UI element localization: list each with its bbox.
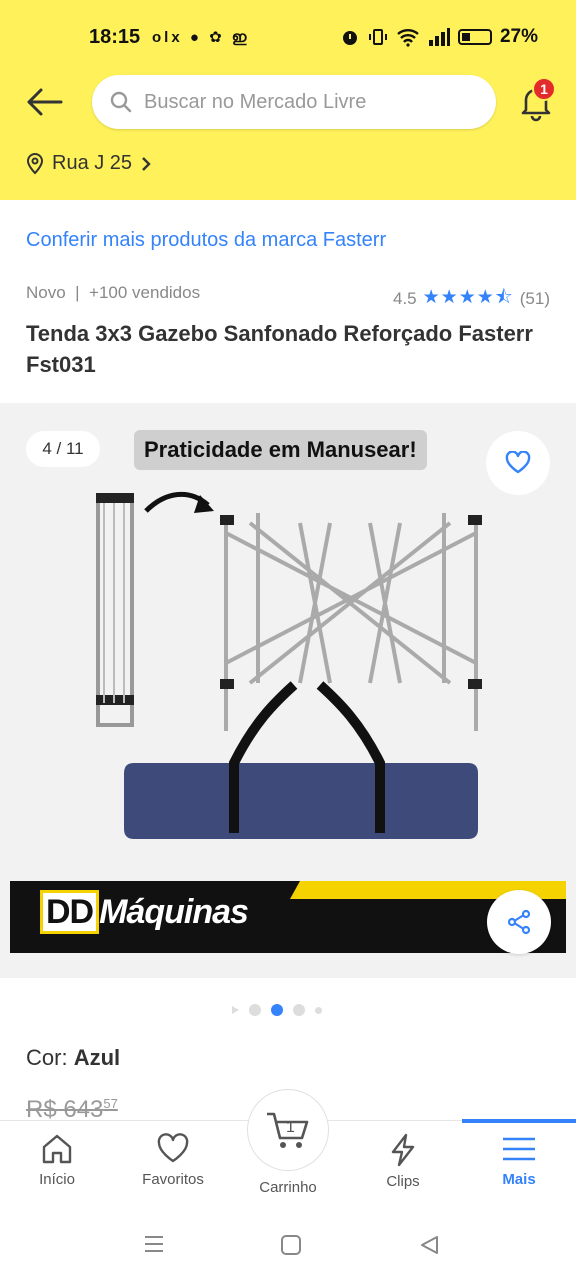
location-pin-icon bbox=[26, 152, 44, 174]
pagination-dot[interactable] bbox=[315, 1006, 322, 1014]
nav-item-carrinho[interactable]: 1 bbox=[247, 1089, 329, 1171]
address-text: Rua J 25 bbox=[52, 152, 133, 174]
image-brand-logo: DD Máquinas bbox=[40, 890, 249, 934]
vibrate-icon bbox=[368, 29, 387, 45]
rating-count: (51) bbox=[519, 289, 550, 308]
image-brand-dd: DD bbox=[40, 890, 100, 934]
active-tab-indicator bbox=[462, 1119, 576, 1123]
cart-count: 1 bbox=[286, 1119, 295, 1136]
old-price-cents: 57 bbox=[103, 1096, 118, 1111]
old-price-amount: R$ 643 bbox=[26, 1096, 104, 1123]
system-navigation-bar bbox=[0, 1208, 576, 1280]
heart-icon bbox=[157, 1133, 189, 1163]
nav-item-mais[interactable]: Mais bbox=[474, 1133, 564, 1188]
nav-label-carrinho: Carrinho bbox=[259, 1179, 317, 1196]
arrow-left-icon bbox=[27, 88, 63, 116]
nav-item-clips[interactable]: Clips bbox=[358, 1133, 448, 1190]
bolt-icon bbox=[391, 1133, 415, 1167]
gallery-counter: 4 / 11 bbox=[26, 431, 100, 467]
nav-label: Favoritos bbox=[142, 1171, 204, 1188]
status-bar: 18:15 olx ● ✿ ഇ 27% bbox=[0, 20, 576, 56]
rating-value: 4.5 bbox=[392, 289, 417, 308]
sold-count: +100 vendidos bbox=[89, 283, 201, 302]
nav-label: Mais bbox=[502, 1171, 536, 1188]
menu-icon bbox=[503, 1137, 535, 1161]
nav-item-inicio[interactable]: Início bbox=[12, 1133, 102, 1188]
battery-icon bbox=[457, 29, 492, 45]
pagination-prev-indicator bbox=[232, 1006, 239, 1014]
home-button-icon[interactable] bbox=[280, 1234, 302, 1256]
product-gallery[interactable]: 4 / 11 Praticidade em Manusear! DD Máquin… bbox=[0, 403, 576, 978]
color-label: Cor: bbox=[26, 1045, 74, 1070]
back-button[interactable] bbox=[22, 80, 66, 124]
status-indicators: 27% bbox=[340, 26, 538, 48]
pagination-dot-active[interactable] bbox=[271, 1004, 283, 1016]
color-selection: Cor: Azul bbox=[26, 1045, 120, 1071]
status-time: 18:15 bbox=[89, 26, 141, 48]
nav-label: Clips bbox=[386, 1173, 420, 1190]
share-button[interactable] bbox=[487, 890, 551, 954]
product-title: Tenda 3x3 Gazebo Sanfonado Reforçado Fas… bbox=[26, 321, 533, 377]
image-caption: Praticidade em Manusear! bbox=[134, 430, 427, 470]
favorite-button[interactable] bbox=[486, 431, 550, 495]
search-placeholder: Buscar no Mercado Livre bbox=[144, 90, 367, 113]
gallery-pagination bbox=[232, 1004, 322, 1016]
rating-summary[interactable]: 4.5 ★★★★⯪ (51) bbox=[393, 283, 550, 315]
nav-label: Início bbox=[39, 1171, 75, 1188]
search-icon bbox=[110, 91, 132, 113]
condition-sold: Novo | +100 vendidos bbox=[26, 283, 200, 315]
alarm-icon bbox=[342, 31, 357, 45]
product-meta: Novo | +100 vendidos 4.5 ★★★★⯪ (51) bbox=[26, 283, 550, 315]
separator: | bbox=[70, 283, 90, 302]
search-input[interactable]: Buscar no Mercado Livre bbox=[92, 75, 496, 129]
chevron-right-icon bbox=[142, 156, 151, 171]
heart-icon bbox=[505, 451, 531, 474]
image-brand-rest: Máquinas bbox=[99, 893, 249, 931]
pagination-dot[interactable] bbox=[249, 1004, 261, 1016]
nav-item-favoritos[interactable]: Favoritos bbox=[128, 1133, 218, 1188]
rating-stars-icon: ★★★★⯪ bbox=[422, 287, 514, 308]
cart-icon: 1 bbox=[267, 1112, 309, 1148]
bottom-navigation: Início Favoritos 1 Carrinho Clips Mais bbox=[0, 1089, 576, 1208]
home-icon bbox=[42, 1134, 72, 1164]
battery-percent: 27% bbox=[499, 26, 538, 47]
status-app-icons: olx ● ✿ ഇ bbox=[152, 29, 250, 46]
address-selector[interactable]: Rua J 25 bbox=[26, 152, 152, 175]
notification-badge: 1 bbox=[532, 77, 556, 101]
share-icon bbox=[507, 909, 531, 935]
signal-icon bbox=[428, 28, 450, 46]
back-triangle-icon[interactable] bbox=[418, 1234, 440, 1256]
brand-products-link[interactable]: Conferir mais produtos da marca Fasterr bbox=[26, 229, 386, 252]
app-header: 18:15 olx ● ✿ ഇ 27% Buscar no Mercado Li… bbox=[0, 0, 576, 200]
condition-label: Novo bbox=[26, 283, 66, 302]
wifi-icon bbox=[397, 29, 419, 47]
recent-apps-icon[interactable] bbox=[143, 1234, 165, 1254]
pagination-dot[interactable] bbox=[293, 1004, 305, 1016]
color-value: Azul bbox=[73, 1045, 121, 1070]
